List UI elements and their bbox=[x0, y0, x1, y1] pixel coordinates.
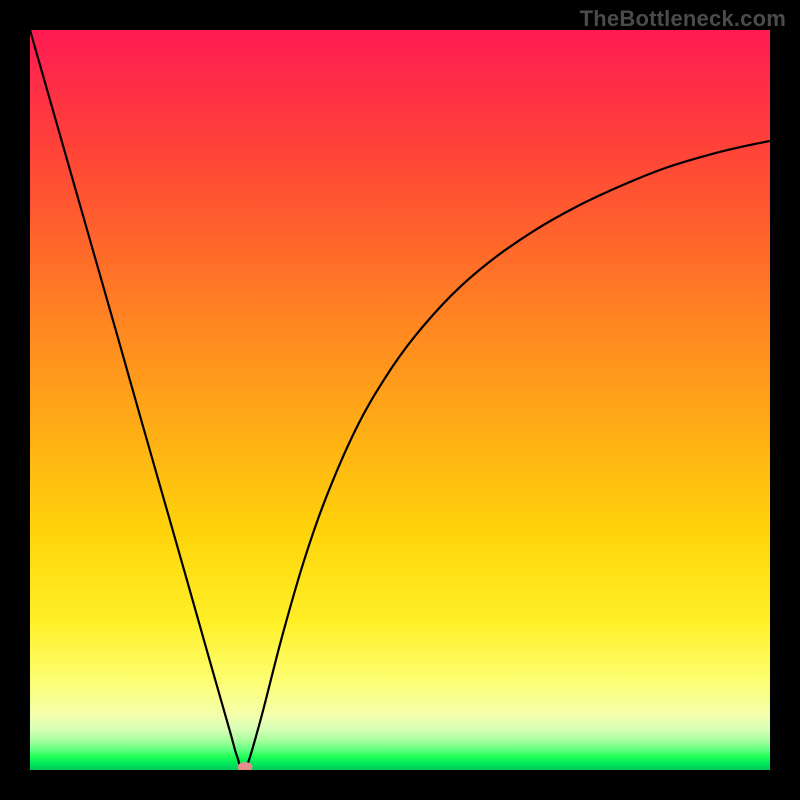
curve-path bbox=[30, 30, 770, 770]
bottleneck-curve bbox=[30, 30, 770, 770]
watermark-text: TheBottleneck.com bbox=[580, 6, 786, 32]
chart-frame: TheBottleneck.com bbox=[0, 0, 800, 800]
plot-area bbox=[30, 30, 770, 770]
optimal-point-marker bbox=[237, 762, 252, 770]
